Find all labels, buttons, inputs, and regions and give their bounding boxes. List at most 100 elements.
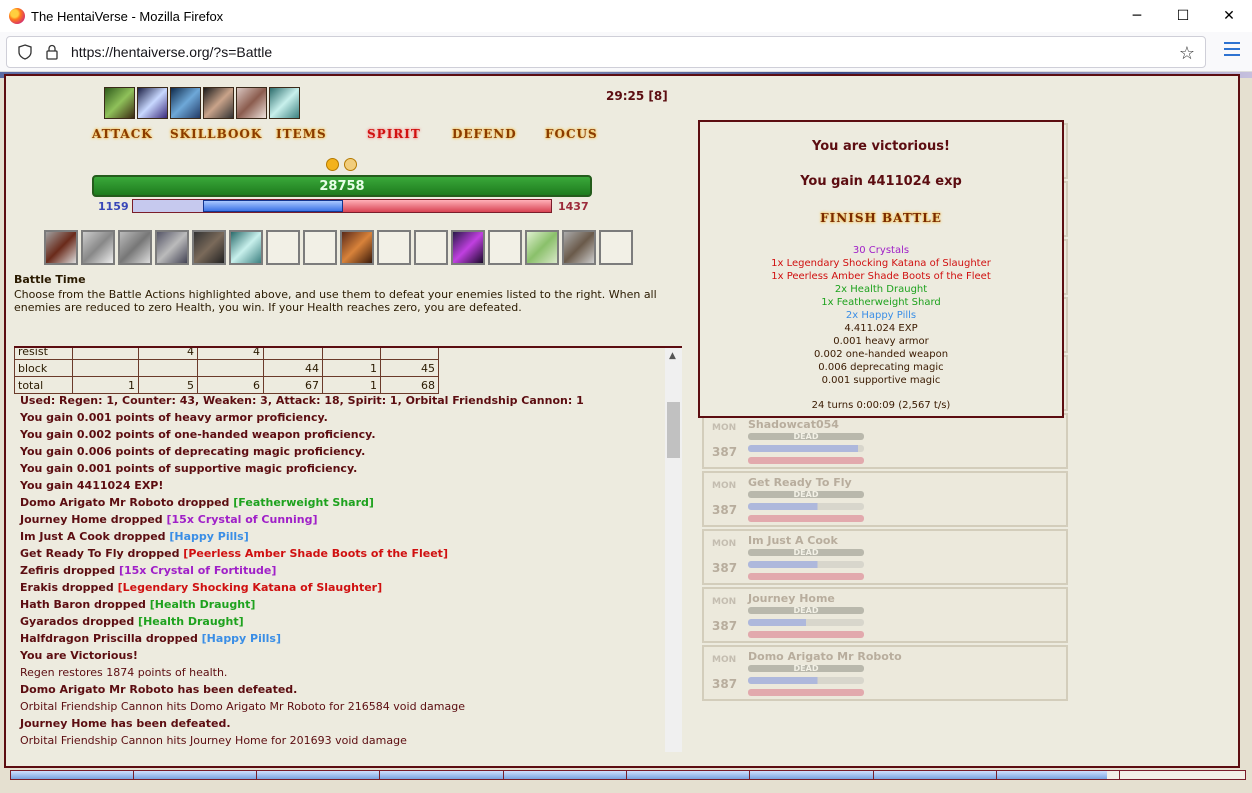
items-button[interactable]: ITEMS: [276, 127, 327, 141]
log-text: Journey Home has been defeated.: [20, 717, 231, 730]
monster-type-label: MON: [712, 655, 737, 665]
buff-icon[interactable]: [203, 87, 234, 119]
focus-button[interactable]: FOCUS: [545, 127, 598, 141]
victory-dialog: You are victorious! You gain 4411024 exp…: [698, 120, 1064, 418]
buff-icon[interactable]: [170, 87, 201, 119]
spirit-button[interactable]: SPIRIT: [367, 127, 421, 141]
monster-level: 387: [712, 445, 738, 459]
maximize-button[interactable]: ☐: [1160, 0, 1206, 32]
monster-type-label: MON: [712, 539, 737, 549]
quickbar-slot[interactable]: [525, 230, 559, 265]
monster-magic-bar: [748, 445, 864, 452]
bookmark-star-icon[interactable]: ☆: [1179, 43, 1195, 64]
quickbar-slot[interactable]: [229, 230, 263, 265]
stats-cell: [138, 359, 198, 377]
log-item-link[interactable]: [Happy Pills]: [169, 530, 248, 543]
monster-card[interactable]: MON 387 Get Ready To Fly DEAD: [702, 471, 1068, 527]
log-text: You gain 0.006 points of deprecating mag…: [20, 445, 366, 458]
quickbar-slot[interactable]: [303, 230, 337, 265]
stats-cell: 67: [263, 376, 323, 394]
log-text: Regen restores 1874 points of health.: [20, 666, 228, 679]
stats-cell: 1: [322, 359, 381, 377]
stats-cell: [197, 359, 264, 377]
address-bar[interactable]: https://hentaiverse.org/?s=Battle ☆: [6, 36, 1206, 68]
monster-spirit-bar: [748, 515, 864, 522]
quickbar: [44, 230, 633, 265]
log-line: Gyarados dropped [Health Draught]: [20, 613, 584, 630]
stats-cell: [72, 348, 139, 360]
log-item-link[interactable]: [Legendary Shocking Katana of Slaughter]: [118, 581, 383, 594]
monster-name: Shadowcat054: [748, 418, 839, 431]
health-value: 28758: [319, 179, 365, 194]
quickbar-slot[interactable]: [192, 230, 226, 265]
stats-cell: 68: [380, 376, 439, 394]
monster-spirit-bar: [748, 573, 864, 580]
log-line: You are Victorious!: [20, 647, 584, 664]
quickbar-slot[interactable]: [377, 230, 411, 265]
buff-icon[interactable]: [137, 87, 168, 119]
log-text: Get Ready To Fly dropped: [20, 547, 184, 560]
monster-card[interactable]: MON 387 Shadowcat054 DEAD: [702, 413, 1068, 469]
battle-log[interactable]: resist 4 4 block 44 1 45 total 1 5 6 67 1 68 Used: Re…: [14, 346, 682, 752]
quickbar-slot[interactable]: [155, 230, 189, 265]
log-text: Orbital Friendship Cannon hits Domo Arig…: [20, 700, 465, 713]
monster-name: Journey Home: [748, 592, 835, 605]
log-item-link[interactable]: [Happy Pills]: [202, 632, 281, 645]
lock-icon[interactable]: [45, 44, 59, 60]
skillbook-button[interactable]: SKILLBOOK: [170, 127, 262, 141]
log-line: Zefiris dropped [15x Crystal of Fortitud…: [20, 562, 584, 579]
defend-button[interactable]: DEFEND: [452, 127, 517, 141]
quickbar-slot[interactable]: [44, 230, 78, 265]
quickbar-slot[interactable]: [266, 230, 300, 265]
close-button[interactable]: ✕: [1206, 0, 1252, 32]
url-text[interactable]: https://hentaiverse.org/?s=Battle: [71, 44, 272, 60]
log-text: You gain 4411024 EXP!: [20, 479, 164, 492]
stats-cell: [380, 348, 439, 360]
attack-button[interactable]: ATTACK: [92, 127, 153, 141]
quickbar-slot[interactable]: [488, 230, 522, 265]
log-text: Journey Home dropped: [20, 513, 167, 526]
scroll-up-icon[interactable]: ▲: [669, 351, 676, 361]
log-scrollbar[interactable]: ▲: [665, 348, 682, 752]
monster-magic-bar: [748, 619, 864, 626]
window-title: The HentaiVerse - Mozilla Firefox: [31, 8, 224, 24]
log-item-link[interactable]: [Peerless Amber Shade Boots of the Fleet…: [183, 547, 448, 560]
log-line: You gain 4411024 EXP!: [20, 477, 584, 494]
log-item-link[interactable]: [Featherweight Shard]: [233, 496, 374, 509]
log-item-link[interactable]: [15x Crystal of Fortitude]: [119, 564, 276, 577]
log-text: You gain 0.001 points of supportive magi…: [20, 462, 358, 475]
log-item-link[interactable]: [Health Draught]: [138, 615, 244, 628]
magic-spirit-bar: [132, 199, 552, 213]
buff-icon[interactable]: [236, 87, 267, 119]
monster-name: Get Ready To Fly: [748, 476, 852, 489]
battle-info-description: Choose from the Battle Actions highlight…: [14, 288, 657, 314]
quickbar-slot[interactable]: [414, 230, 448, 265]
navigation-toolbar: https://hentaiverse.org/?s=Battle ☆: [0, 32, 1252, 72]
scroll-thumb[interactable]: [667, 402, 680, 458]
quickbar-slot[interactable]: [599, 230, 633, 265]
finish-battle-button[interactable]: FINISH BATTLE: [700, 211, 1062, 225]
quickbar-slot[interactable]: [340, 230, 374, 265]
quickbar-slot[interactable]: [118, 230, 152, 265]
monster-name: Domo Arigato Mr Roboto: [748, 650, 902, 663]
victory-drop-line: 1x Featherweight Shard: [821, 297, 941, 308]
monster-health-bar: DEAD: [748, 491, 864, 499]
minimize-button[interactable]: ─: [1114, 0, 1160, 32]
monster-card[interactable]: MON 387 Im Just A Cook DEAD: [702, 529, 1068, 585]
quickbar-slot[interactable]: [81, 230, 115, 265]
buff-icon[interactable]: [104, 87, 135, 119]
log-item-link[interactable]: [15x Crystal of Cunning]: [166, 513, 317, 526]
hamburger-menu-icon[interactable]: [1224, 42, 1240, 56]
log-text: Orbital Friendship Cannon hits Journey H…: [20, 734, 407, 747]
victory-drop-line: 0.001 supportive magic: [821, 375, 941, 386]
log-item-link[interactable]: [Health Draught]: [150, 598, 256, 611]
monster-card[interactable]: MON 387 Journey Home DEAD: [702, 587, 1068, 643]
quickbar-slot[interactable]: [451, 230, 485, 265]
spirit-fill: [343, 200, 551, 212]
effects-bar: [104, 87, 300, 119]
quickbar-slot[interactable]: [562, 230, 596, 265]
shield-icon[interactable]: [17, 44, 33, 60]
buff-icon[interactable]: [269, 87, 300, 119]
battle-frame: 29:25 [8] ATTACK SKILLBOOK ITEMS SPIRIT …: [4, 74, 1246, 780]
monster-card[interactable]: MON 387 Domo Arigato Mr Roboto DEAD: [702, 645, 1068, 701]
